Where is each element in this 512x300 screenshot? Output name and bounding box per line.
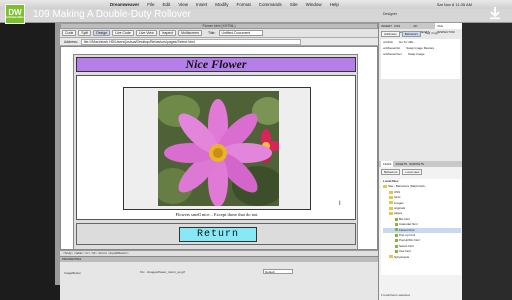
files-panel: FILES ASSETS SNIPPETS Behaviors Local vi… [379, 161, 463, 300]
view-select[interactable]: Local view [402, 169, 423, 175]
file-name: fonts [394, 195, 401, 200]
behavior-event: onClick [383, 40, 393, 44]
html-file-icon [395, 244, 398, 248]
video-header: DW infiniteskills 109 Making A Double-Du… [0, 0, 512, 28]
html-file-icon [395, 228, 398, 232]
file-name: CSS [394, 189, 401, 194]
image-frame [123, 87, 311, 210]
design-canvas[interactable]: Nice Flower Flowers smell nice... Except… [60, 46, 378, 250]
attributes-button[interactable]: Attributes [381, 31, 400, 37]
tab-snippets[interactable]: SNIPPETS [409, 161, 424, 167]
behaviors-button[interactable]: Behaviors [401, 31, 422, 37]
tab-files[interactable]: FILES [381, 161, 394, 167]
behavior-event: onMouseOut [383, 46, 401, 50]
file-name: pages [394, 211, 403, 216]
files-status: 1 local items selected [381, 293, 410, 297]
properties-panel: PROPERTIES ImageButton Src ../images/flo… [60, 256, 378, 300]
inspect-button[interactable]: Inspect [158, 30, 177, 36]
address-label: Address: [64, 39, 78, 44]
document-toolbar: Code Split Design Live Code Live View In… [60, 29, 378, 38]
file-name: images [394, 200, 404, 205]
behavior-action: Go To URL [398, 40, 414, 44]
folder-icon [389, 195, 393, 199]
tab-assets[interactable]: ASSETS [395, 161, 407, 167]
files-selectors: Behaviors Local view [379, 167, 463, 177]
html-file-icon [395, 217, 398, 221]
return-button[interactable]: Return [179, 227, 257, 242]
ibeam-cursor-icon: I [339, 201, 341, 207]
flower-photo-icon [158, 91, 279, 206]
properties-title: PROPERTIES [60, 257, 378, 262]
download-icon[interactable] [488, 6, 502, 20]
align-select[interactable]: Default [263, 269, 293, 274]
page-header: Nice Flower [76, 57, 356, 72]
tag-label: Tag <img> [425, 31, 440, 35]
file-name: Bio.html [399, 216, 410, 221]
folder-icon [389, 206, 393, 210]
behavior-action: Swap Image Restore [406, 46, 435, 50]
button-row: Return [76, 223, 356, 245]
site-select[interactable]: Behaviors [381, 169, 401, 175]
design-view-button[interactable]: Design [93, 30, 111, 36]
file-name: Flower.html [399, 227, 415, 232]
content-cell: Flowers smell nice... Except those that … [76, 75, 356, 220]
html-file-icon [395, 233, 398, 237]
title-label: Title: [207, 31, 216, 35]
file-name: originals [394, 206, 406, 211]
logo-subtext: infiniteskills [6, 15, 24, 19]
html-file-icon [395, 239, 398, 243]
folder-icon [383, 185, 387, 189]
screen-edge [462, 23, 512, 300]
behaviors-list: onClick Go To URL onMouseOut Swap Image Re… [381, 39, 460, 79]
behavior-row[interactable]: onMouseOver Swap Image [381, 51, 460, 57]
course-logo: DW infiniteskills [5, 4, 25, 24]
image-button-label: ImageButton [64, 271, 82, 275]
file-name: Calendar.html [399, 222, 418, 227]
flower-image[interactable] [158, 91, 279, 206]
file-name: SpryAssets [394, 254, 410, 259]
page-heading: Nice Flower [185, 57, 247, 71]
live-view-button[interactable]: Live View [135, 30, 157, 36]
file-name: PopUpWin.html [399, 238, 420, 243]
file-name: Use.html [399, 249, 411, 254]
video-title: 109 Making A Double-Duty Rollover [33, 8, 191, 20]
behavior-action: Swap Image [407, 52, 425, 56]
video-frame: Dreamweaver File Edit View Insert Modify… [0, 0, 512, 300]
file-tree: Local Files Site - Behaviors (Macintosh.… [381, 179, 461, 275]
flower-caption: Flowers smell nice... Except those that … [175, 212, 259, 217]
folder-icon [389, 190, 393, 194]
file-name: Pop-up.html [399, 233, 416, 238]
title-input[interactable]: Untitled Document [219, 30, 264, 36]
html-file-icon [395, 249, 398, 253]
address-input[interactable]: file:///Macintosh HD/Users/joshua/Deskto… [80, 38, 301, 45]
multiscreen-button[interactable]: Multiscreen [178, 30, 202, 36]
src-field[interactable]: Src ../images/flower_return_up.gif [140, 270, 185, 274]
file-name: Site - Behaviors (Macintosh... [388, 184, 428, 189]
behavior-event: onMouseOver [383, 52, 402, 56]
right-panel-group: INSERT CSS STYLES AP ELEMENTS TAG INSPEC… [378, 23, 463, 300]
folder-icon [389, 201, 393, 205]
folder-icon [389, 212, 393, 216]
code-view-button[interactable]: Code [62, 30, 77, 36]
file-name: Select.html [399, 243, 414, 248]
live-code-button[interactable]: Live Code [112, 30, 134, 36]
file-tree-item[interactable]: SpryAssets [383, 255, 461, 260]
folder-icon [389, 255, 393, 259]
split-view-button[interactable]: Split [78, 30, 92, 36]
html-file-icon [395, 222, 398, 226]
address-bar: Address: file:///Macintosh HD/Users/josh… [60, 38, 378, 46]
page-table: Nice Flower Flowers smell nice... Except… [73, 54, 358, 250]
